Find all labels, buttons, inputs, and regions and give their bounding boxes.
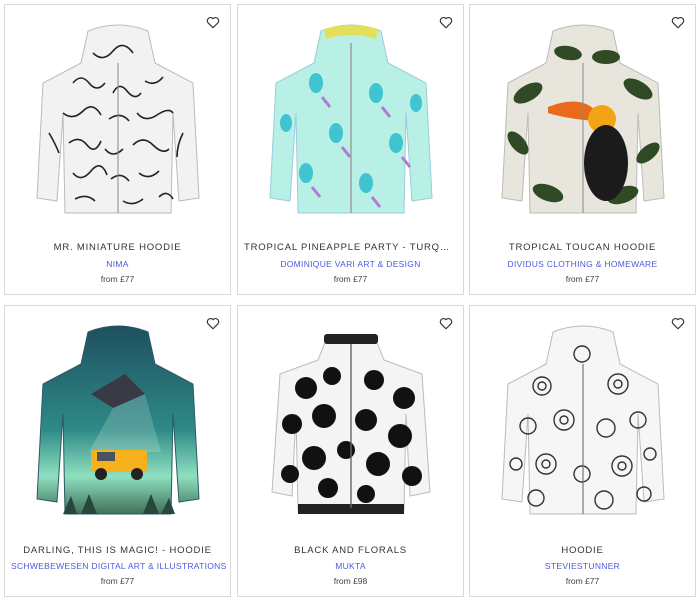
heart-icon[interactable]: [671, 16, 685, 29]
product-title[interactable]: TROPICAL TOUCAN HOODIE: [470, 242, 695, 253]
heart-icon[interactable]: [206, 16, 220, 29]
product-card[interactable]: HOODIE STEVIESTUNNER from £77: [469, 305, 696, 597]
product-card[interactable]: BLACK AND FLORALS MUKTA from £98: [237, 305, 464, 597]
product-grid: MR. MINIATURE HOODIE NIMA from £77 TROPI…: [0, 0, 698, 600]
product-price: from £77: [565, 576, 600, 586]
product-price: from £98: [333, 576, 368, 586]
product-card[interactable]: TROPICAL TOUCAN HOODIE DIVIDUS CLOTHING …: [469, 4, 696, 295]
product-price: from £77: [100, 576, 135, 586]
product-artist[interactable]: STEVIESTUNNER: [470, 561, 695, 571]
heart-icon[interactable]: [439, 16, 453, 29]
product-title[interactable]: TROPICAL PINEAPPLE PARTY - TURQUOISE A..…: [238, 242, 463, 253]
product-image[interactable]: [498, 324, 668, 520]
product-price: from £77: [333, 274, 368, 284]
product-artist[interactable]: SCHWEBEWESEN DIGITAL ART & ILLUSTRATIONS: [5, 561, 230, 571]
product-card[interactable]: TROPICAL PINEAPPLE PARTY - TURQUOISE A..…: [237, 4, 464, 295]
product-artist[interactable]: MUKTA: [238, 561, 463, 571]
product-price: from £77: [100, 274, 135, 284]
product-artist[interactable]: NIMA: [5, 259, 230, 269]
product-title[interactable]: HOODIE: [470, 545, 695, 556]
product-image[interactable]: [498, 23, 668, 219]
product-title[interactable]: MR. MINIATURE HOODIE: [5, 242, 230, 253]
heart-icon[interactable]: [206, 317, 220, 330]
heart-icon[interactable]: [439, 317, 453, 330]
product-artist[interactable]: DIVIDUS CLOTHING & HOMEWARE: [470, 259, 695, 269]
product-price: from £77: [565, 274, 600, 284]
product-image[interactable]: [266, 23, 436, 219]
product-artist[interactable]: DOMINIQUE VARI ART & DESIGN: [238, 259, 463, 269]
product-image[interactable]: [266, 324, 436, 520]
product-title[interactable]: BLACK AND FLORALS: [238, 545, 463, 556]
product-title[interactable]: DARLING, THIS IS MAGIC! - HOODIE: [5, 545, 230, 556]
heart-icon[interactable]: [671, 317, 685, 330]
product-card[interactable]: DARLING, THIS IS MAGIC! - HOODIE SCHWEBE…: [4, 305, 231, 597]
product-image[interactable]: [33, 23, 203, 219]
product-card[interactable]: MR. MINIATURE HOODIE NIMA from £77: [4, 4, 231, 295]
product-image[interactable]: [33, 324, 203, 520]
